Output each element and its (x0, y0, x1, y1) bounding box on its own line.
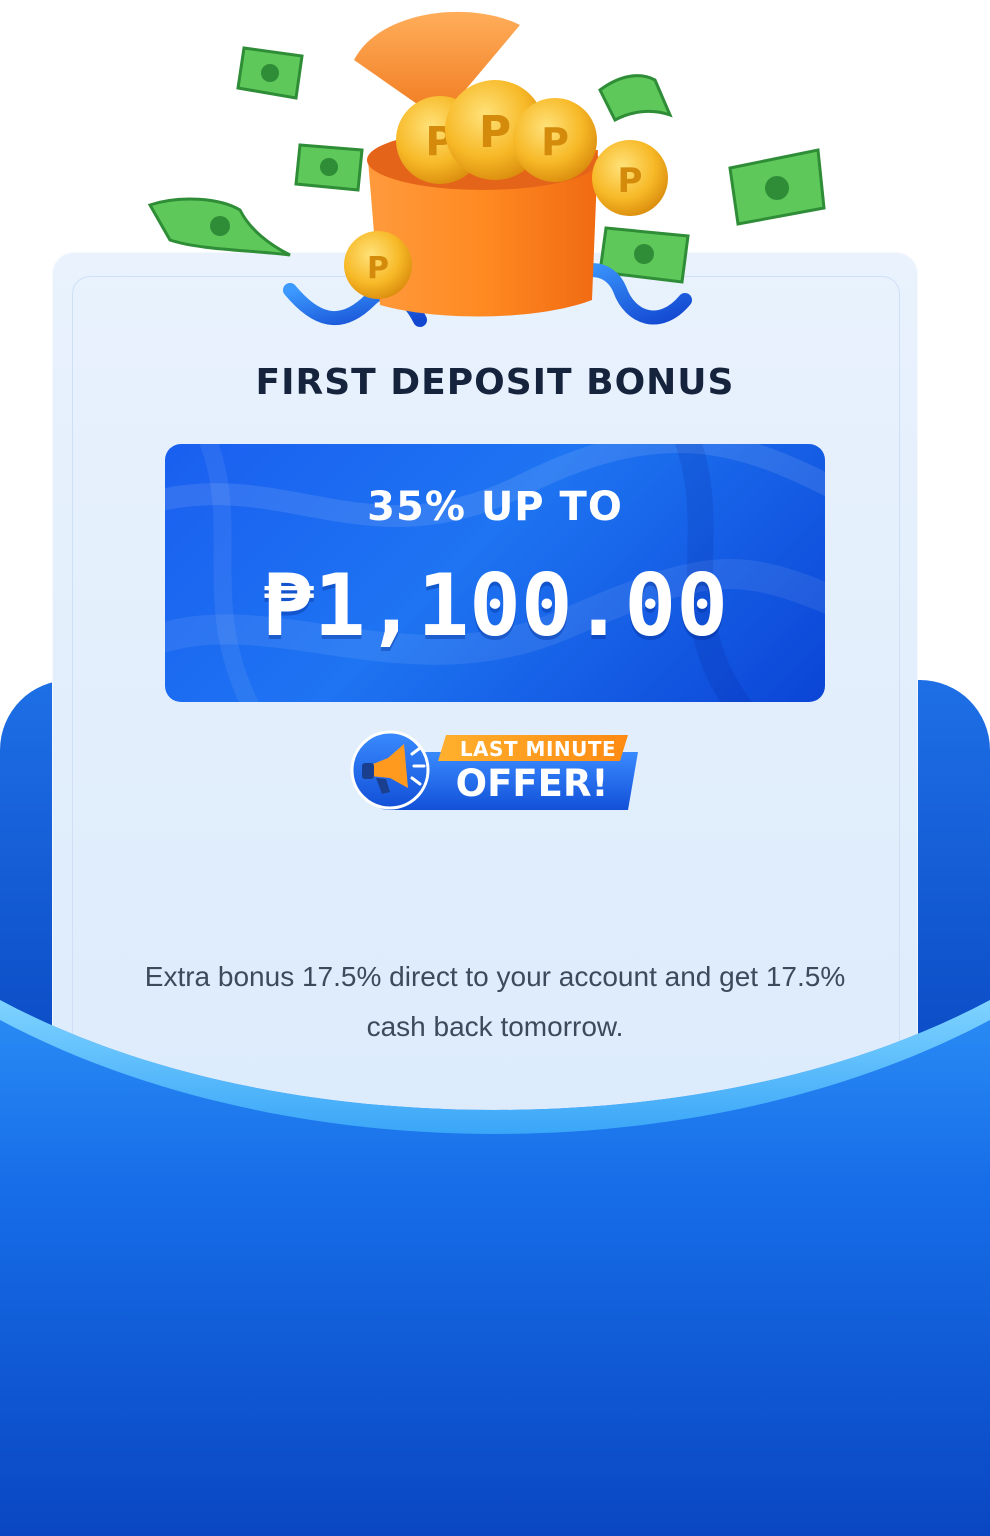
banknote-icon (598, 74, 673, 123)
svg-text:P: P (367, 251, 389, 286)
bonus-amount: ₱1,100.00 (262, 556, 728, 656)
peso-coin-icon: P (592, 140, 668, 216)
svg-text:P: P (618, 161, 643, 201)
banknote-icon (728, 148, 826, 226)
badge-label-top: LAST MINUTE (459, 737, 617, 761)
bonus-promo-screen: FIRST DEPOSIT BONUS 35% UP TO ₱1,100.00 (0, 0, 990, 1536)
banknote-icon (294, 143, 364, 192)
pocket-front (0, 1000, 990, 1536)
banknote-icon (147, 197, 291, 257)
page-title: FIRST DEPOSIT BONUS (255, 362, 735, 403)
badge-label-bottom: OFFER! (455, 762, 609, 805)
bonus-percent-label: 35% UP TO (367, 484, 623, 530)
peso-coin-icon: P (344, 231, 412, 299)
bonus-amount-panel: 35% UP TO ₱1,100.00 (165, 444, 825, 702)
banknote-icon (236, 46, 304, 100)
peso-coin-icon: P (513, 98, 597, 182)
svg-text:P: P (479, 107, 511, 158)
gift-decoration: P P P P P (147, 11, 826, 327)
svg-text:P: P (541, 120, 569, 164)
